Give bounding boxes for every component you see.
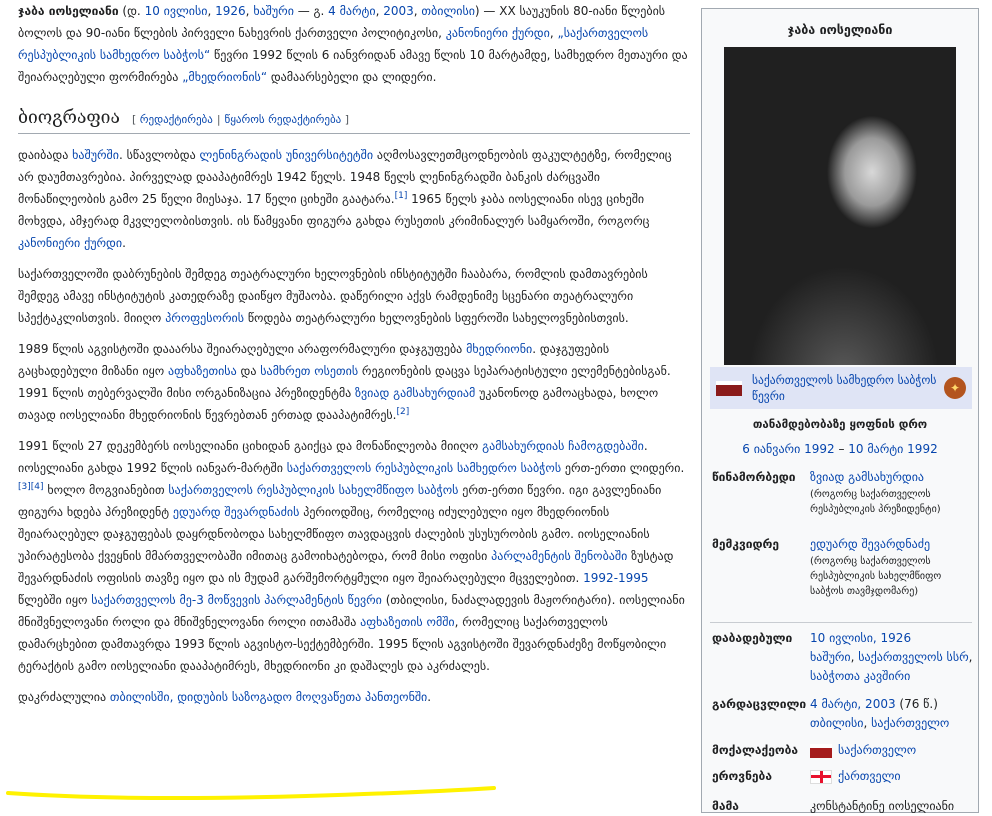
ethnicity-row: ეროვნება ქართველი [712,769,901,784]
article-body: ჯაბა იოსელიანი (დ. 10 ივლისი, 1926, ხაშუ… [18,0,690,708]
link-mkhedrioni[interactable]: „მხედრიონის“ [182,70,267,84]
ref-3-4[interactable]: [3][4] [18,482,44,492]
flag-icon [810,743,832,758]
yellow-highlight-stroke [6,786,496,800]
lead-paragraph: ჯაბა იოსელიანი (დ. 10 ივლისი, 1926, ხაშუ… [18,4,688,84]
citizenship-link[interactable]: საქართველო [838,743,916,757]
portrait-photo[interactable] [724,47,956,365]
father-row: მამა კონსტანტინე იოსელიანი [712,799,955,813]
term-start-link[interactable]: 6 იანვარი 1992 [742,442,834,456]
term-dates: 6 იანვარი 1992 – 10 მარტი 1992 [742,442,938,456]
link-died-date[interactable]: 4 მარტი [328,4,375,18]
ref-1[interactable]: [1] [395,191,408,201]
link-thief-in-law-2[interactable]: კანონიერი ქურდი [18,236,122,250]
flag-icon [716,380,742,396]
predecessor-link[interactable]: ზვიად გამსახურდია [810,470,924,484]
link-died-place[interactable]: თბილისი [421,4,475,18]
paragraph-3: 1989 წლის აგვისტოში დააარსა შეიარაღებული… [18,342,671,422]
link-military-council-2[interactable]: საქართველოს რესპუბლიკის სამხედრო საბჭოს [287,461,561,475]
infobox-title: ჯაბა იოსელიანი [787,22,893,37]
died-date-link[interactable]: 4 მარტი, 2003 [810,697,896,711]
link-born-place[interactable]: ხაშური [253,4,294,18]
paragraph-2: საქართველოში დაბრუნების შემდეგ თეატრალურ… [18,267,648,325]
link-professor[interactable]: პროფესორის [165,311,244,325]
link-thief-in-law[interactable]: კანონიერი ქურდი [446,26,550,40]
link-parliament-building[interactable]: პარლამენტის შენობაში [491,549,627,563]
infobox: ჯაბა იოსელიანი საქართველოს სამხედრო საბჭ… [701,8,979,813]
born-row: დაბადებული 10 ივლისი, 1926 ხაშური, საქართ… [712,631,973,683]
born-place-link[interactable]: ხაშური [810,650,851,664]
divider [710,622,972,623]
paragraph-1: დაიბადა ხაშურში. სწავლობდა ლენინგრადის უ… [18,148,672,250]
successor-link[interactable]: ედუარდ შევარდნაძე [810,537,930,551]
died-place-link[interactable]: თბილისი [810,716,864,730]
edit-source-link[interactable]: წყაროს რედაქტირება [225,113,342,126]
predecessor-row: წინამორბედი ზვიად გამსახურდია (როგორც საქ… [712,470,941,515]
link-abkhazia-war[interactable]: აფხაზეთის ომში [360,615,455,629]
citizenship-row: მოქალაქეობა საქართველო [712,743,917,758]
section-title: ბიოგრაფია [18,108,120,128]
ref-2[interactable]: [2] [397,407,410,417]
link-parliament-convocation[interactable]: საქართველოს მე-3 მოწვევის პარლამენტის წე… [91,593,382,607]
caption-link[interactable]: საქართველოს სამხედრო საბჭოს წევრი [752,372,944,404]
link-shevardnadze[interactable]: ედუარდ შევარდნაძის [173,505,299,519]
link-state-council[interactable]: საქართველოს რესპუბლიკის სახელმწიფო საბჭო… [168,483,458,497]
died-country-link[interactable]: საქართველო [871,716,949,730]
link-years[interactable]: 1992-1995 [583,571,648,585]
edit-links: [ რედაქტირება | წყაროს რედაქტირება ] [131,113,350,126]
link-coup[interactable]: გამსახურდიას ჩამოგდებაში [482,439,644,453]
edit-link[interactable]: რედაქტირება [140,113,213,126]
georgian-flag-icon [810,769,832,784]
term-label: თანამდებობაზე ყოფნის დრო [752,417,928,431]
paragraph-4: 1991 წლის 27 დეკემბერს იოსელიანი ციხიდან… [18,439,685,673]
link-south-ossetia[interactable]: სამხრეთ ოსეთის [260,364,358,378]
link-pantheon[interactable]: თბილისში, დიდუბის საზოგადო მოღვაწეთა პან… [110,690,427,704]
link-zviad[interactable]: ზვიად გამსახურდიამ [355,386,475,400]
link-abkhazia[interactable]: აფხაზეთისა [168,364,237,378]
link-leningrad-university[interactable]: ლენინგრადის უნივერსიტეტში [199,148,373,162]
link-died-year[interactable]: 2003 [383,4,414,18]
link-born-year[interactable]: 1926 [215,4,246,18]
link-mkhedrioni-2[interactable]: მხედრიონი [466,342,532,356]
link-born-date[interactable]: 10 ივლისი [145,4,208,18]
born-ussr-link[interactable]: საბჭოთა კავშირი [810,669,910,683]
infobox-caption: საქართველოს სამხედრო საბჭოს წევრი ✦ [710,367,972,409]
link-khashuri[interactable]: ხაშურში [72,148,119,162]
emblem-icon: ✦ [944,377,966,399]
born-date-link[interactable]: 10 ივლისი, 1926 [810,631,911,645]
successor-row: მემკვიდრე ედუარდ შევარდნაძე (როგორც საქარ… [712,537,942,597]
ethnicity-link[interactable]: ქართველი [838,769,901,783]
section-heading-biography: ბიოგრაფია [ რედაქტირება | წყაროს რედაქტირე… [18,106,690,134]
died-row: გარდაცვლილი 4 მარტი, 2003 (76 წ.) თბილისი… [712,697,950,730]
term-end-link[interactable]: 10 მარტი 1992 [848,442,937,456]
paragraph-5: დაკრძალულია თბილისში, დიდუბის საზოგადო მ… [18,690,432,704]
born-ssr-link[interactable]: საქართველოს სსრ [858,650,968,664]
